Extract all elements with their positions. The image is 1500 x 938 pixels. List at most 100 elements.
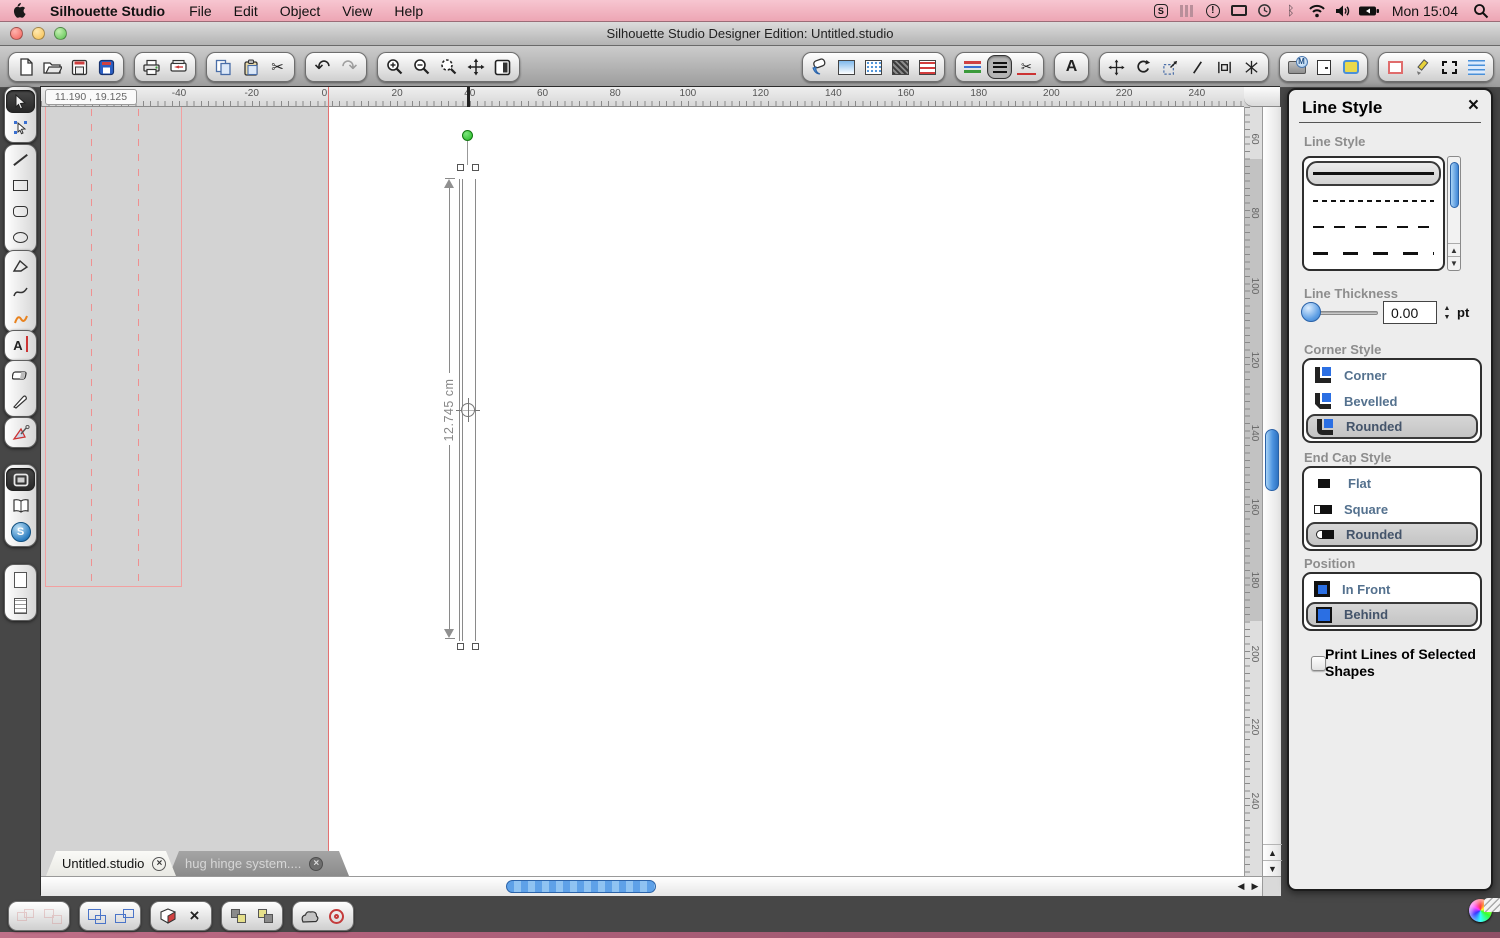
canvas-viewport[interactable]: 12.745 cm: [41, 107, 1244, 876]
offset-button[interactable]: [324, 904, 349, 928]
undo-button[interactable]: ↶: [310, 55, 335, 79]
thickness-slider-thumb[interactable]: [1301, 302, 1321, 322]
fill-pattern-button[interactable]: [861, 55, 886, 79]
fit-to-page-button[interactable]: [490, 55, 515, 79]
position-option-behind[interactable]: Behind: [1306, 602, 1478, 627]
vertical-scroll-thumb[interactable]: [1265, 429, 1279, 491]
text-style-button[interactable]: A: [1059, 55, 1084, 79]
shield-s-icon[interactable]: S: [1150, 0, 1172, 21]
rotation-handle[interactable]: [462, 130, 473, 141]
thickness-input[interactable]: [1383, 301, 1437, 324]
scroll-down-arrow[interactable]: ▼: [1263, 860, 1282, 876]
sketch-pens-button[interactable]: [1410, 55, 1435, 79]
page-area[interactable]: [328, 107, 1244, 876]
group-button[interactable]: [13, 904, 38, 928]
select-tool[interactable]: [6, 90, 35, 113]
grid-button[interactable]: [1464, 55, 1489, 79]
panel-close-icon[interactable]: ×: [1468, 96, 1479, 115]
apple-menu[interactable]: [0, 0, 37, 21]
ungroup-button[interactable]: [40, 904, 65, 928]
silhouette-connect-tool[interactable]: S: [6, 520, 35, 543]
freehand-tool[interactable]: [6, 306, 35, 329]
shear-button[interactable]: [1185, 55, 1210, 79]
page-grid-view[interactable]: [6, 594, 35, 617]
modify-button[interactable]: [1239, 55, 1264, 79]
scroll-left-arrow[interactable]: ◀: [1234, 877, 1248, 896]
stepper-up-icon[interactable]: ▲: [1444, 305, 1451, 312]
page-settings-tool[interactable]: [6, 468, 35, 491]
endcap-option-rounded[interactable]: Rounded: [1306, 522, 1478, 547]
position-option-in-front[interactable]: In Front: [1306, 576, 1478, 602]
line-style-button[interactable]: [987, 55, 1012, 79]
pattern-fill-button[interactable]: [915, 55, 940, 79]
text-tool[interactable]: A: [6, 334, 35, 357]
menu-clock[interactable]: Mon 15:04: [1384, 3, 1466, 19]
volume-icon[interactable]: [1332, 0, 1354, 21]
horizontal-scrollbar[interactable]: ◀ ▶: [41, 876, 1281, 896]
vertical-scrollbar[interactable]: ▲ ▼: [1262, 107, 1281, 876]
bring-forward-button[interactable]: [226, 904, 251, 928]
print-lines-checkbox[interactable]: [1311, 656, 1326, 671]
delete-3d-button[interactable]: [155, 904, 180, 928]
selection-handle-top-left[interactable]: [457, 164, 464, 171]
trace-button[interactable]: [1338, 55, 1363, 79]
tab-untitled-studio[interactable]: Untitled.studio ×: [46, 851, 176, 876]
save-to-library-button[interactable]: [94, 55, 119, 79]
zoom-window-button[interactable]: [54, 27, 67, 40]
time-machine-icon[interactable]: [1254, 0, 1276, 21]
send-backward-button[interactable]: [253, 904, 278, 928]
rotate-button[interactable]: [1131, 55, 1156, 79]
library-button[interactable]: M: [1284, 55, 1309, 79]
knife-tool[interactable]: [6, 390, 35, 413]
selection-handle-bottom-left[interactable]: [457, 643, 464, 650]
close-window-button[interactable]: [10, 27, 23, 40]
scroll-right-arrow[interactable]: ▶: [1248, 877, 1262, 896]
horizontal-scroll-thumb[interactable]: [506, 880, 656, 893]
page-tools-button[interactable]: [1311, 55, 1336, 79]
duplicate-button[interactable]: [84, 904, 109, 928]
window-resize-grip[interactable]: [1484, 898, 1500, 912]
line-style-option-dash-medium[interactable]: [1306, 214, 1441, 240]
open-button[interactable]: [40, 55, 65, 79]
battery-icon[interactable]: [1358, 0, 1380, 21]
polygon-tool[interactable]: [6, 254, 35, 277]
fill-gradient-button[interactable]: [834, 55, 859, 79]
paste-button[interactable]: [238, 55, 263, 79]
delete-button[interactable]: ×: [182, 904, 207, 928]
menu-edit[interactable]: Edit: [223, 0, 269, 21]
wifi-icon[interactable]: [1306, 0, 1328, 21]
line-style-scroll-thumb[interactable]: [1450, 162, 1459, 208]
menu-view[interactable]: View: [331, 0, 383, 21]
scale-button[interactable]: [1158, 55, 1183, 79]
rounded-rectangle-tool[interactable]: [6, 200, 35, 223]
corner-option-rounded[interactable]: Rounded: [1306, 414, 1478, 439]
zoom-in-button[interactable]: [382, 55, 407, 79]
line-tool[interactable]: [6, 148, 35, 171]
design-library-tool[interactable]: [6, 494, 35, 517]
minimize-window-button[interactable]: [32, 27, 45, 40]
line-style-option-solid[interactable]: [1306, 161, 1441, 186]
print-button[interactable]: [139, 55, 164, 79]
cut-button[interactable]: ✂: [265, 55, 290, 79]
line-style-option-dash-small[interactable]: [1306, 188, 1441, 214]
endcap-option-flat[interactable]: Flat: [1306, 470, 1478, 496]
fill-color-button[interactable]: [807, 55, 832, 79]
menu-file[interactable]: File: [178, 0, 223, 21]
ellipse-tool[interactable]: [6, 226, 35, 249]
shadow-button[interactable]: [888, 55, 913, 79]
line-color-button[interactable]: [960, 55, 985, 79]
pan-button[interactable]: [463, 55, 488, 79]
save-button[interactable]: [67, 55, 92, 79]
menu-object[interactable]: Object: [269, 0, 331, 21]
list-scroll-down-icon[interactable]: ▼: [1448, 256, 1460, 269]
copy-button[interactable]: [211, 55, 236, 79]
align-button[interactable]: [1212, 55, 1237, 79]
line-style-option-dash-large[interactable]: [1306, 240, 1441, 266]
columns-icon[interactable]: [1176, 0, 1198, 21]
tab-close-icon[interactable]: ×: [309, 857, 323, 871]
weld-button[interactable]: [297, 904, 322, 928]
alert-icon[interactable]: !: [1202, 0, 1224, 21]
selection-center-crosshair[interactable]: [456, 398, 480, 422]
page-blank-view[interactable]: [6, 568, 35, 591]
stamp-tool[interactable]: [6, 421, 35, 444]
